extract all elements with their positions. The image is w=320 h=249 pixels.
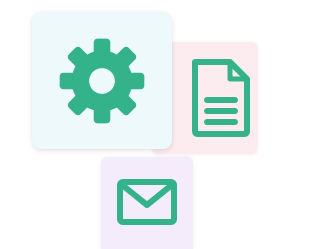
mail-app-tile[interactable] [101,157,193,249]
gear-icon [56,35,148,127]
envelope-icon [116,178,178,228]
settings-app-tile[interactable] [32,12,172,149]
document-icon [188,58,252,138]
